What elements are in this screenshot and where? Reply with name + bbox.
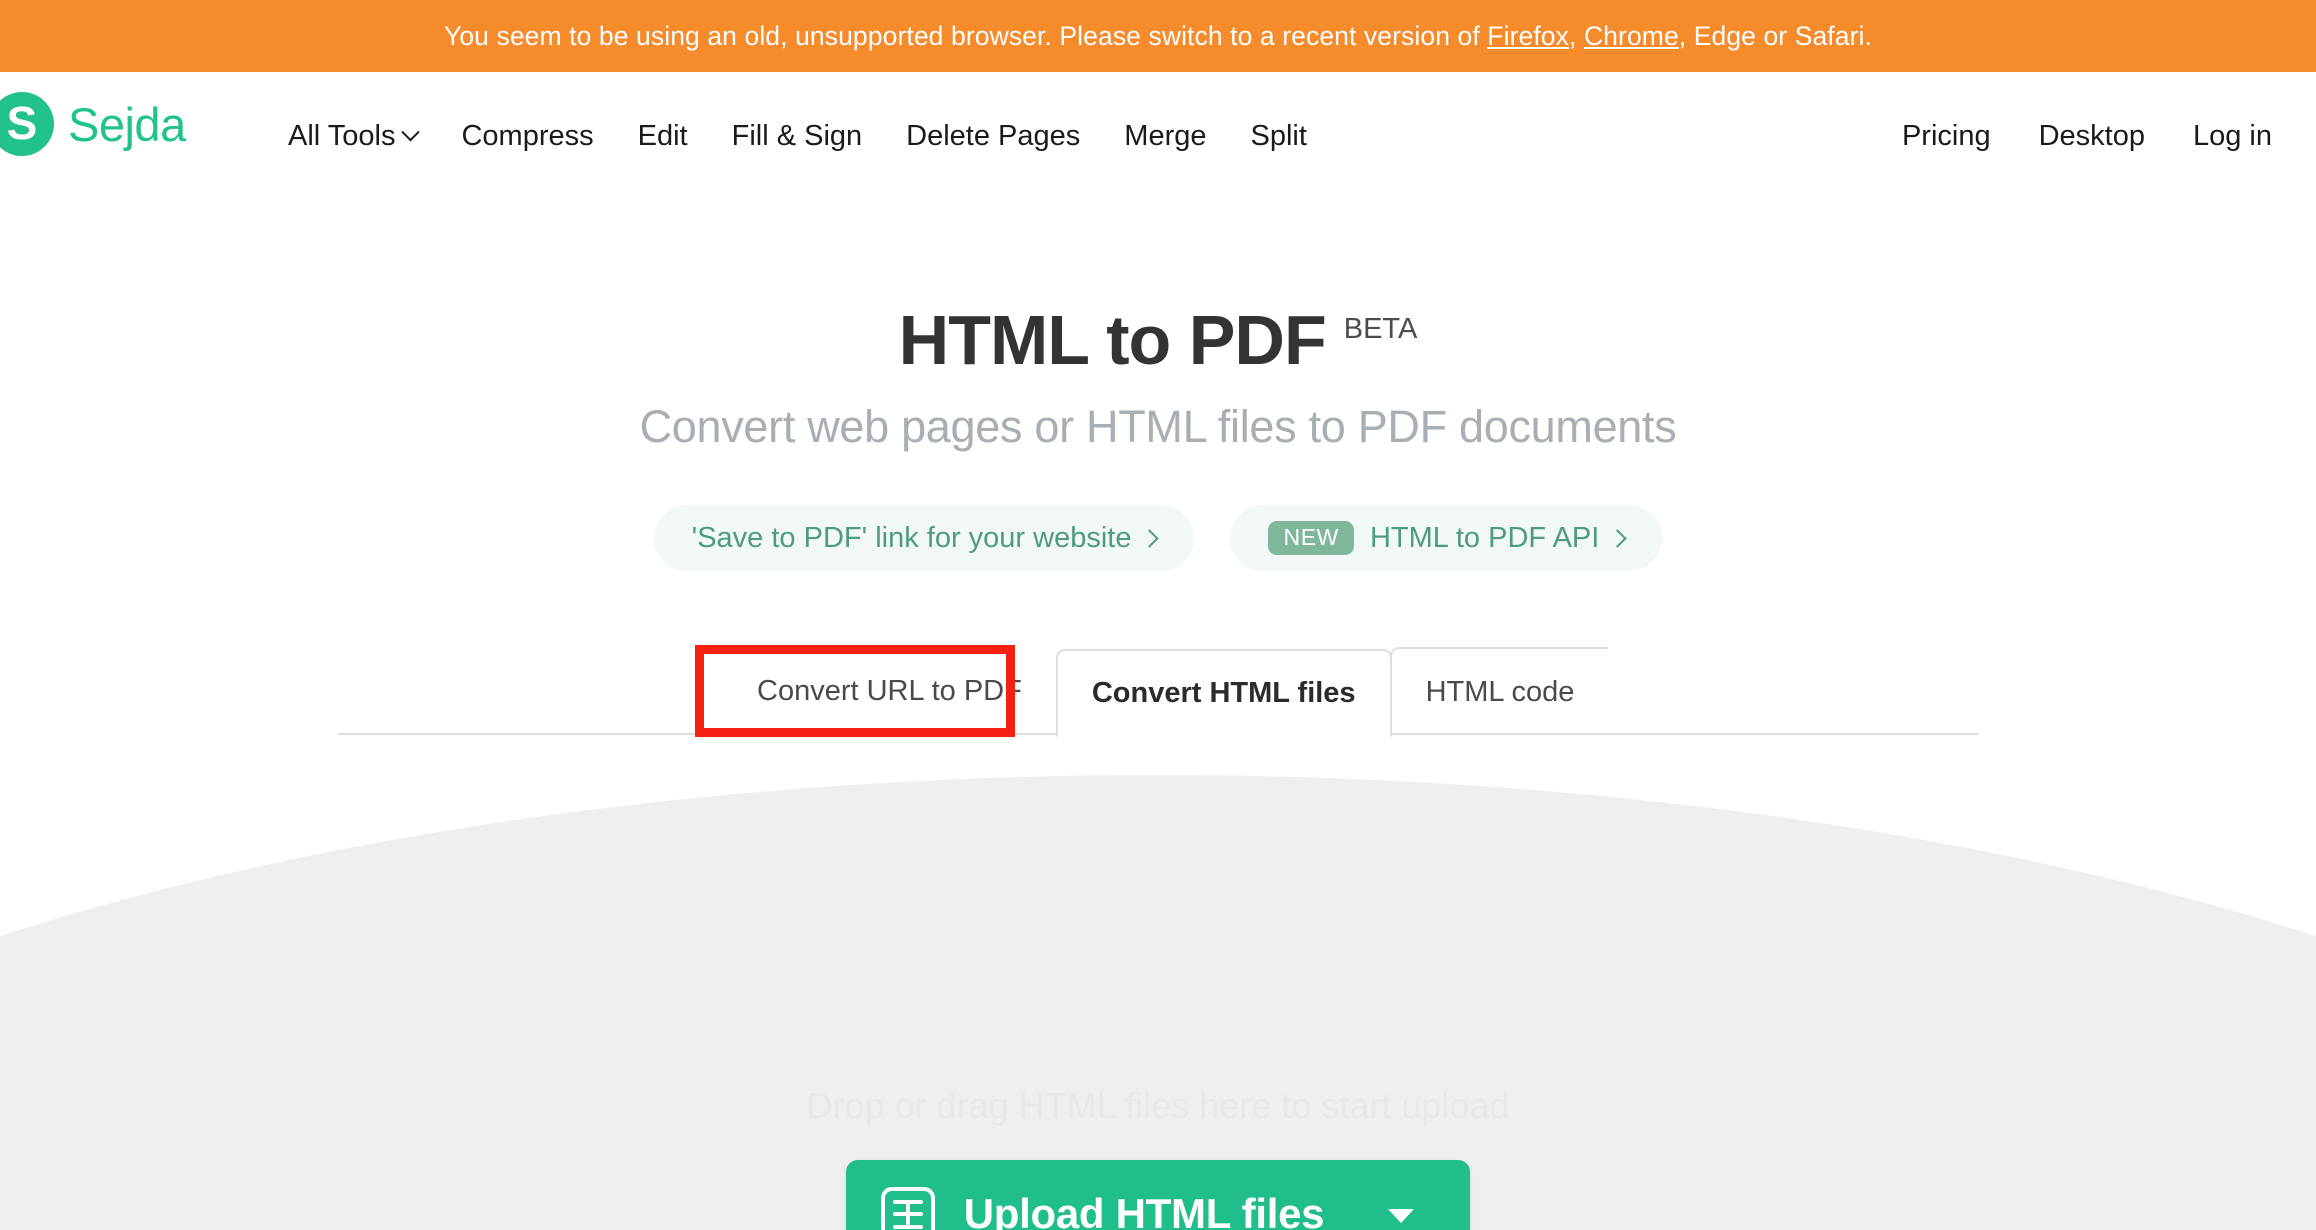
sejda-logo[interactable]: S Sejda bbox=[0, 92, 186, 156]
html-to-pdf-api-pill[interactable]: NEW HTML to PDF API bbox=[1230, 505, 1663, 571]
chevron-right-icon bbox=[1608, 528, 1628, 548]
beta-badge: BETA bbox=[1343, 313, 1418, 345]
nav-item-compress[interactable]: Compress bbox=[439, 112, 615, 161]
banner-separator: , bbox=[1569, 20, 1584, 51]
drop-zone-hint-text: Drop or drag HTML files here to start up… bbox=[806, 1085, 1510, 1126]
dropdown-caret-icon[interactable] bbox=[1388, 1209, 1415, 1223]
tab-list: Convert URL to PDF Convert HTML files HT… bbox=[723, 647, 1609, 737]
browser-warning-text-after: , Edge or Safari. bbox=[1678, 20, 1872, 51]
tab-html-code[interactable]: HTML code bbox=[1389, 647, 1609, 735]
hero-section: HTML to PDF BETA Convert web pages or HT… bbox=[0, 200, 2316, 1230]
browser-warning-text-before: You seem to be using an old, unsupported… bbox=[443, 20, 1488, 51]
sejda-logo-mark-icon: S bbox=[0, 92, 54, 156]
upload-html-files-button[interactable]: Upload HTML files bbox=[845, 1160, 1471, 1230]
upload-button-row: Upload HTML files bbox=[0, 1160, 2316, 1230]
chevron-right-icon bbox=[1140, 528, 1160, 548]
nav-item-login[interactable]: Log in bbox=[2169, 112, 2296, 161]
page-title-row: HTML to PDF BETA bbox=[0, 305, 2316, 375]
upload-document-icon bbox=[880, 1187, 935, 1230]
nav-item-pricing[interactable]: Pricing bbox=[1878, 112, 2015, 161]
new-badge: NEW bbox=[1268, 521, 1354, 555]
nav-item-merge[interactable]: Merge bbox=[1102, 112, 1228, 161]
chrome-link[interactable]: Chrome bbox=[1584, 21, 1679, 51]
browser-warning-banner: You seem to be using an old, unsupported… bbox=[0, 0, 2316, 72]
sejda-wordmark: Sejda bbox=[68, 97, 186, 151]
nav-item-all-tools[interactable]: All Tools bbox=[266, 112, 439, 161]
chevron-down-icon bbox=[401, 123, 421, 142]
page-title: HTML to PDF bbox=[898, 301, 1327, 379]
tab-convert-html-files[interactable]: Convert HTML files bbox=[1055, 649, 1392, 737]
nav-item-fill-and-sign[interactable]: Fill & Sign bbox=[710, 112, 885, 161]
firefox-link[interactable]: Firefox bbox=[1487, 21, 1569, 51]
html-to-pdf-api-label: HTML to PDF API bbox=[1369, 521, 1600, 554]
tab-convert-url-to-pdf[interactable]: Convert URL to PDF bbox=[723, 647, 1056, 735]
upload-button-label: Upload HTML files bbox=[963, 1190, 1325, 1230]
save-to-pdf-link-label: 'Save to PDF' link for your website bbox=[691, 521, 1132, 554]
nav-item-delete-pages[interactable]: Delete Pages bbox=[884, 112, 1102, 161]
nav-item-edit[interactable]: Edit bbox=[616, 112, 710, 161]
promo-pill-row: 'Save to PDF' link for your website NEW … bbox=[0, 505, 2316, 571]
tabs-container: Convert URL to PDF Convert HTML files HT… bbox=[338, 643, 1978, 737]
secondary-navigation: Pricing Desktop Log in bbox=[1878, 112, 2296, 161]
nav-item-all-tools-label: All Tools bbox=[288, 120, 396, 152]
site-header: S Sejda All Tools Compress Edit Fill & S… bbox=[0, 72, 2316, 200]
page-subtitle: Convert web pages or HTML files to PDF d… bbox=[639, 401, 1677, 452]
browser-warning-text: You seem to be using an old, unsupported… bbox=[444, 21, 1872, 52]
nav-item-desktop[interactable]: Desktop bbox=[2015, 112, 2169, 161]
save-to-pdf-link-pill[interactable]: 'Save to PDF' link for your website bbox=[653, 505, 1195, 571]
primary-navigation: All Tools Compress Edit Fill & Sign Dele… bbox=[266, 112, 1329, 161]
nav-item-split[interactable]: Split bbox=[1228, 112, 1328, 161]
sejda-logo-letter: S bbox=[6, 96, 38, 149]
